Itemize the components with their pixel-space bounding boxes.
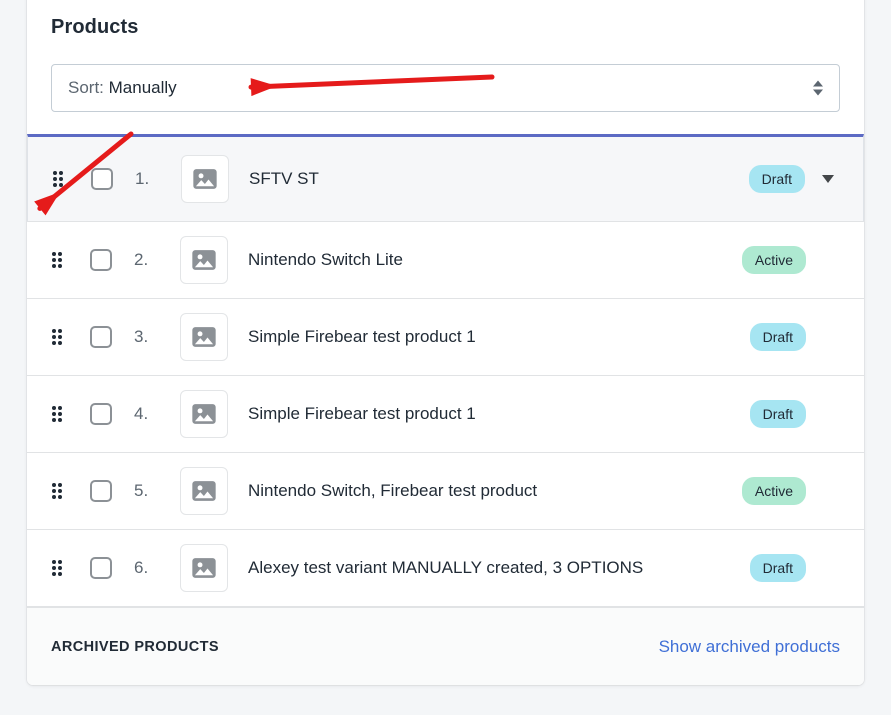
sort-control-wrapper: Sort: Manually — [27, 40, 864, 134]
drag-handle-icon[interactable] — [52, 169, 70, 189]
product-row[interactable]: 6. Alexey test variant MANUALLY created,… — [27, 530, 864, 607]
stepper-up-triangle — [813, 81, 823, 87]
card-header: Products — [27, 0, 864, 40]
product-row[interactable]: 5. Nintendo Switch, Firebear test produc… — [27, 453, 864, 530]
select-stepper-icon — [813, 81, 823, 96]
status-badge: Draft — [750, 323, 806, 351]
status-badge: Draft — [749, 165, 805, 193]
products-card: Products Sort: Manually 1. SFTV ST Draft — [27, 0, 864, 685]
drag-handle-icon[interactable] — [51, 404, 69, 424]
sort-select-value: Manually — [109, 78, 177, 97]
stepper-down-triangle — [813, 90, 823, 96]
product-title[interactable]: SFTV ST — [249, 168, 749, 190]
product-row[interactable]: 3. Simple Firebear test product 1 Draft — [27, 299, 864, 376]
image-placeholder-icon — [180, 544, 228, 592]
row-select-checkbox[interactable] — [90, 557, 112, 579]
product-title[interactable]: Alexey test variant MANUALLY created, 3 … — [248, 557, 750, 579]
row-select-checkbox[interactable] — [90, 403, 112, 425]
row-index: 1. — [135, 169, 175, 189]
row-index: 4. — [134, 404, 174, 424]
sort-select-prefix: Sort: — [68, 78, 104, 97]
row-actions-chevron-down-icon[interactable] — [817, 175, 839, 183]
row-index: 3. — [134, 327, 174, 347]
row-index: 5. — [134, 481, 174, 501]
image-placeholder-icon — [180, 467, 228, 515]
status-badge: Active — [742, 246, 806, 274]
image-placeholder-icon — [180, 390, 228, 438]
drag-handle-icon[interactable] — [51, 558, 69, 578]
image-placeholder-icon — [180, 313, 228, 361]
row-select-checkbox[interactable] — [91, 168, 113, 190]
drag-handle-icon[interactable] — [51, 481, 69, 501]
status-badge: Draft — [750, 400, 806, 428]
row-select-checkbox[interactable] — [90, 249, 112, 271]
show-archived-products-link[interactable]: Show archived products — [659, 637, 840, 657]
row-select-checkbox[interactable] — [90, 326, 112, 348]
product-list: 1. SFTV ST Draft 2. Nintendo Switch Lite… — [27, 134, 864, 607]
image-placeholder-icon — [181, 155, 229, 203]
drag-handle-icon[interactable] — [51, 250, 69, 270]
product-row[interactable]: 4. Simple Firebear test product 1 Draft — [27, 376, 864, 453]
product-row[interactable]: 1. SFTV ST Draft — [27, 134, 864, 222]
row-index: 6. — [134, 558, 174, 578]
status-badge: Draft — [750, 554, 806, 582]
status-badge: Active — [742, 477, 806, 505]
page-title: Products — [51, 14, 840, 40]
archived-products-label: ARCHIVED PRODUCTS — [51, 639, 219, 655]
product-title[interactable]: Simple Firebear test product 1 — [248, 403, 750, 425]
sort-select[interactable]: Sort: Manually — [51, 64, 840, 112]
product-title[interactable]: Nintendo Switch Lite — [248, 249, 742, 271]
sort-select-label: Sort: Manually — [68, 78, 177, 98]
archived-products-section: ARCHIVED PRODUCTS Show archived products — [27, 607, 864, 685]
product-title[interactable]: Nintendo Switch, Firebear test product — [248, 480, 742, 502]
row-index: 2. — [134, 250, 174, 270]
product-row[interactable]: 2. Nintendo Switch Lite Active — [27, 222, 864, 299]
image-placeholder-icon — [180, 236, 228, 284]
row-select-checkbox[interactable] — [90, 480, 112, 502]
drag-handle-icon[interactable] — [51, 327, 69, 347]
product-title[interactable]: Simple Firebear test product 1 — [248, 326, 750, 348]
